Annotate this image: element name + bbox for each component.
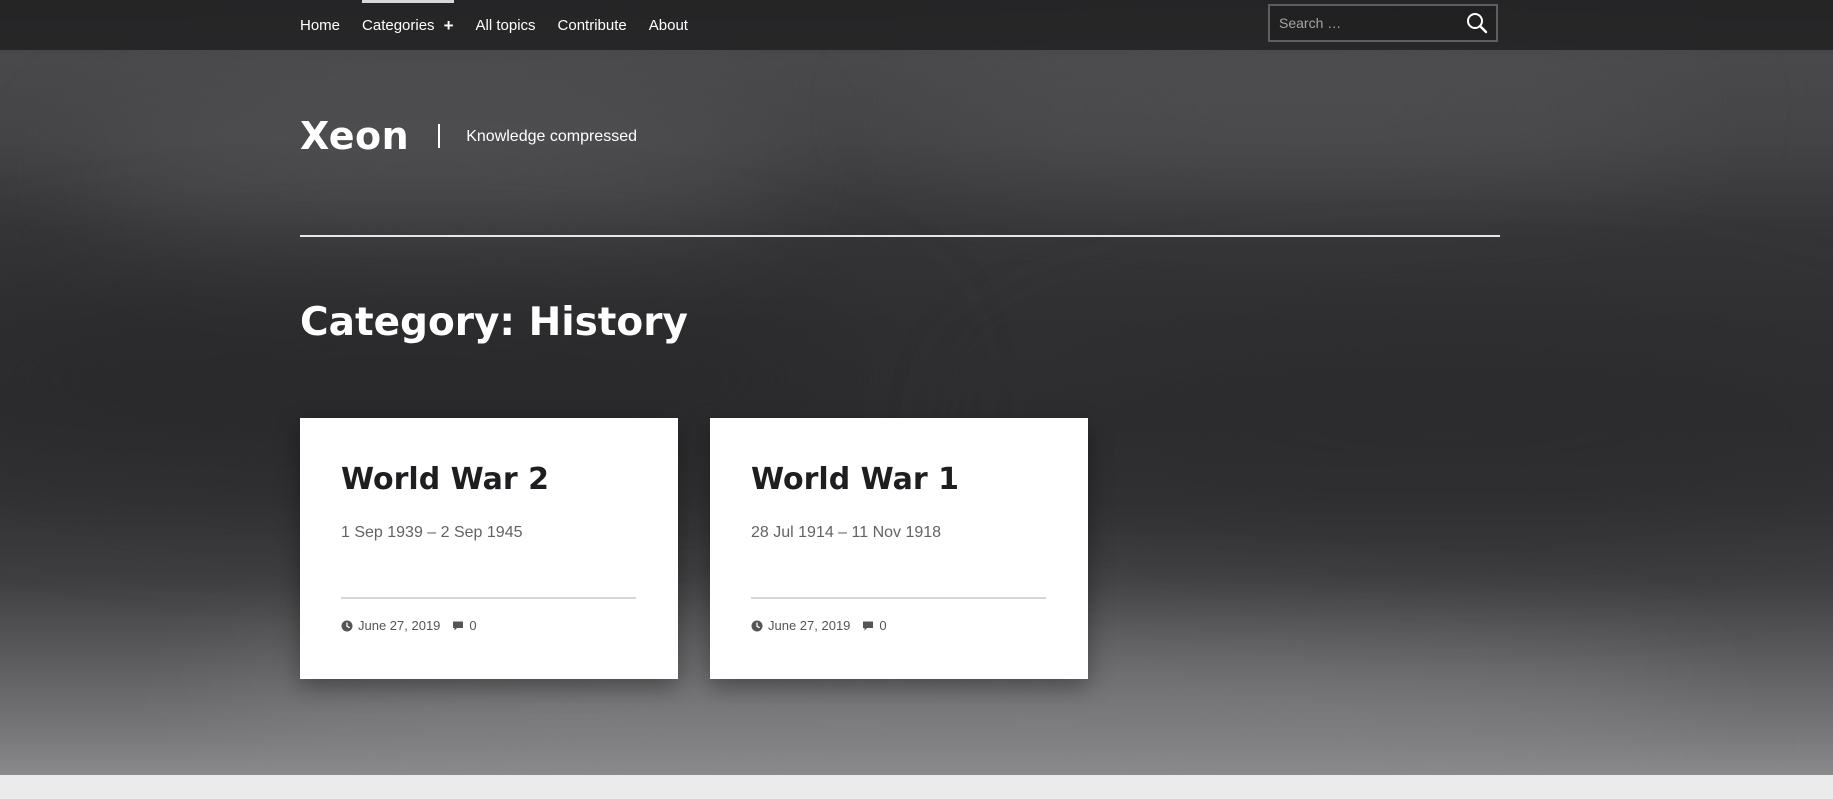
- clock-icon: [341, 620, 353, 631]
- site-branding: Xeon Knowledge compressed: [300, 114, 637, 158]
- site-tagline: Knowledge compressed: [466, 128, 637, 145]
- post-divider: [751, 597, 1046, 599]
- post-comments-link[interactable]: 0: [879, 618, 886, 633]
- site-title[interactable]: Xeon: [300, 114, 409, 158]
- post-divider: [341, 597, 636, 599]
- comment-icon: [453, 621, 464, 630]
- post-meta: June 27, 2019 0: [751, 618, 887, 633]
- post-title[interactable]: World War 1: [751, 462, 959, 497]
- nav-item-contribute[interactable]: Contribute: [558, 0, 627, 50]
- post-card: World War 1 28 Jul 1914 – 11 Nov 1918 Ju…: [710, 418, 1088, 679]
- branding-divider: [438, 124, 441, 148]
- primary-menu: Home Categories + All topics Contribute …: [300, 0, 710, 50]
- nav-item-label: Categories: [362, 16, 435, 34]
- nav-item-label: Contribute: [557, 16, 627, 34]
- search-form: [1268, 4, 1498, 42]
- nav-item-label: All topics: [475, 16, 536, 34]
- post-excerpt: 1 Sep 1939 – 2 Sep 1945: [341, 524, 523, 541]
- nav-item-all-topics[interactable]: All topics: [476, 0, 536, 50]
- post-card: World War 2 1 Sep 1939 – 2 Sep 1945 June…: [300, 418, 678, 679]
- plus-icon[interactable]: +: [444, 17, 454, 34]
- nav-item-label: Home: [300, 16, 341, 34]
- header-divider: [300, 235, 1500, 237]
- search-input[interactable]: [1270, 6, 1469, 40]
- nav-item-home[interactable]: Home: [300, 0, 340, 50]
- post-date-link[interactable]: June 27, 2019: [358, 618, 440, 633]
- comment-icon: [863, 621, 874, 630]
- post-date-link[interactable]: June 27, 2019: [768, 618, 850, 633]
- nav-item-label: About: [648, 16, 688, 34]
- page-title: Category: History: [300, 300, 688, 345]
- post-excerpt: 28 Jul 1914 – 11 Nov 1918: [751, 524, 942, 541]
- nav-item-categories[interactable]: Categories +: [362, 0, 454, 50]
- post-comments-link[interactable]: 0: [469, 618, 476, 633]
- top-navigation-bar: Home Categories + All topics Contribute …: [0, 0, 1833, 50]
- search-icon[interactable]: [1466, 12, 1488, 34]
- footer-strip: [0, 775, 1833, 799]
- post-title[interactable]: World War 2: [341, 462, 549, 497]
- nav-item-about[interactable]: About: [649, 0, 688, 50]
- clock-icon: [751, 620, 763, 631]
- post-meta: June 27, 2019 0: [341, 618, 477, 633]
